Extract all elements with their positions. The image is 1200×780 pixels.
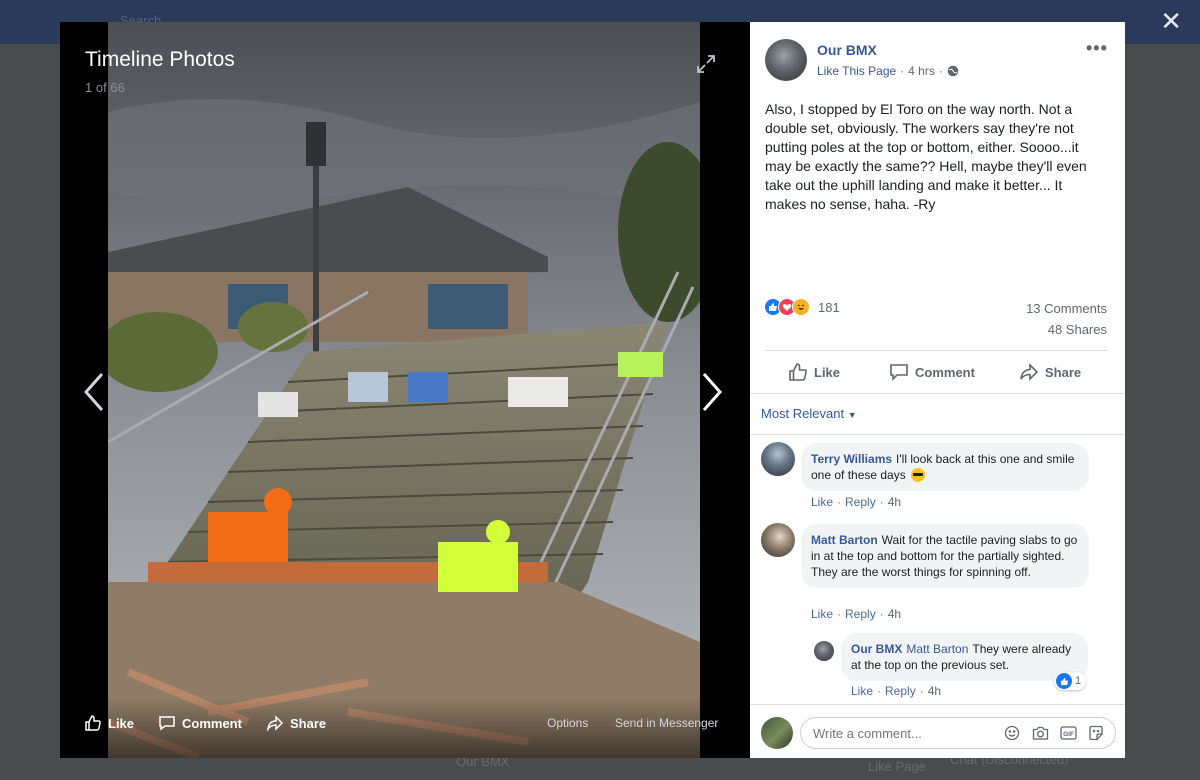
emoji-icon[interactable]: [1003, 724, 1021, 742]
comment-icon: [890, 364, 908, 381]
sunglasses-emoji-icon: [911, 468, 926, 482]
background-like-page: Like Page: [868, 759, 926, 774]
meta-separator: ·: [900, 64, 905, 78]
avatar[interactable]: [814, 641, 834, 661]
comment-reply-link[interactable]: Reply: [845, 495, 876, 509]
reply-reply-link[interactable]: Reply: [885, 684, 916, 698]
reply-bubble: Our BMX Matt Barton They were already at t…: [841, 633, 1088, 681]
page-avatar[interactable]: [765, 39, 807, 81]
photo-share-label: Share: [290, 715, 327, 731]
post-like-button[interactable]: Like: [788, 362, 840, 382]
reply-reaction-count: 1: [1075, 675, 1082, 687]
photo[interactable]: [108, 22, 700, 758]
comment-bubble: Terry Williams I'll look back at this one…: [801, 443, 1089, 491]
haha-reaction-icon: [792, 298, 810, 316]
post-share-label: Share: [1045, 364, 1082, 380]
comment-bubble: Matt Barton Wait for the tactile paving s…: [801, 524, 1089, 588]
reply-time[interactable]: 4h: [928, 684, 941, 698]
send-in-messenger-link[interactable]: Send in Messenger: [615, 716, 718, 730]
photo-share-button[interactable]: Share: [266, 714, 326, 732]
next-arrow-icon[interactable]: [700, 372, 724, 412]
reply-author[interactable]: Our BMX: [851, 642, 902, 656]
reply-mention[interactable]: Matt Barton: [906, 642, 968, 656]
post-text: Also, I stopped by El Toro on the way no…: [765, 101, 1087, 212]
photo-comment-label: Comment: [182, 715, 242, 731]
divider: [750, 393, 1125, 394]
post-comment-label: Comment: [915, 364, 975, 380]
camera-icon[interactable]: [1031, 724, 1049, 742]
page-name[interactable]: Our BMX: [817, 42, 877, 58]
shares-count[interactable]: 48 Shares: [1048, 322, 1107, 337]
post-comment-button[interactable]: Comment: [889, 362, 975, 382]
thumbs-up-icon: [85, 715, 101, 731]
reply-like-link[interactable]: Like: [851, 684, 873, 698]
more-options-icon[interactable]: •••: [1086, 38, 1108, 59]
divider: [765, 350, 1108, 351]
globe-icon: [947, 65, 959, 77]
post-like-label: Like: [814, 364, 841, 380]
comment-author[interactable]: Terry Williams: [811, 452, 892, 466]
sticker-icon[interactable]: [1087, 724, 1105, 742]
comment-actions: Like · Reply · 4h: [811, 495, 902, 509]
photo-counter: 1 of 66: [85, 80, 125, 95]
sort-comments-dropdown[interactable]: Most Relevant ▼: [761, 406, 857, 421]
comments-count[interactable]: 13 Comments: [1026, 301, 1107, 316]
like-this-page-link[interactable]: Like This Page: [817, 64, 896, 78]
reply-actions: Like · Reply · 4h: [851, 684, 942, 698]
expand-icon[interactable]: [696, 54, 716, 74]
comment-composer: GIF: [750, 704, 1125, 758]
gif-icon[interactable]: GIF: [1059, 724, 1077, 742]
photo-comment-button[interactable]: Comment: [158, 714, 242, 732]
comment-icon: [159, 716, 175, 731]
reply-reaction-badge[interactable]: 1: [1054, 672, 1087, 690]
share-arrow-icon: [1020, 363, 1039, 381]
like-reaction-icon: [1056, 673, 1072, 689]
svg-text:GIF: GIF: [1063, 731, 1074, 738]
photo-like-button[interactable]: Like: [84, 714, 134, 732]
comment-like-link[interactable]: Like: [811, 495, 833, 509]
post-panel: Our BMX Like This Page · 4 hrs · ••• Als…: [750, 22, 1125, 758]
avatar[interactable]: [761, 717, 793, 749]
chevron-down-icon: ▼: [847, 410, 857, 420]
post-meta: Like This Page · 4 hrs ·: [817, 64, 959, 78]
comment-author[interactable]: Matt Barton: [811, 533, 878, 547]
comment-time[interactable]: 4h: [888, 607, 901, 621]
reaction-summary[interactable]: 181: [764, 298, 840, 316]
avatar[interactable]: [761, 442, 795, 476]
album-title[interactable]: Timeline Photos: [85, 48, 235, 72]
meta-separator: ·: [938, 64, 943, 78]
photo-stage: Timeline Photos 1 of 66 Like Comment Sha…: [60, 22, 750, 758]
composer-icons: GIF: [1003, 724, 1105, 742]
sort-comments-label: Most Relevant: [761, 406, 845, 421]
comment-like-link[interactable]: Like: [811, 607, 833, 621]
comment-time[interactable]: 4h: [888, 495, 901, 509]
thumbs-up-icon: [789, 363, 807, 381]
avatar[interactable]: [761, 523, 795, 557]
options-link[interactable]: Options: [547, 716, 588, 730]
post-share-button[interactable]: Share: [1019, 362, 1081, 382]
previous-arrow-icon[interactable]: [82, 372, 106, 412]
close-icon[interactable]: ✕: [1160, 8, 1182, 34]
photo-like-label: Like: [108, 715, 135, 731]
divider: [750, 434, 1125, 435]
comment-reply-link[interactable]: Reply: [845, 607, 876, 621]
reaction-count: 181: [818, 299, 840, 315]
comment-actions: Like · Reply · 4h: [811, 607, 902, 621]
post-time[interactable]: 4 hrs: [908, 64, 935, 78]
share-arrow-icon: [266, 715, 284, 732]
